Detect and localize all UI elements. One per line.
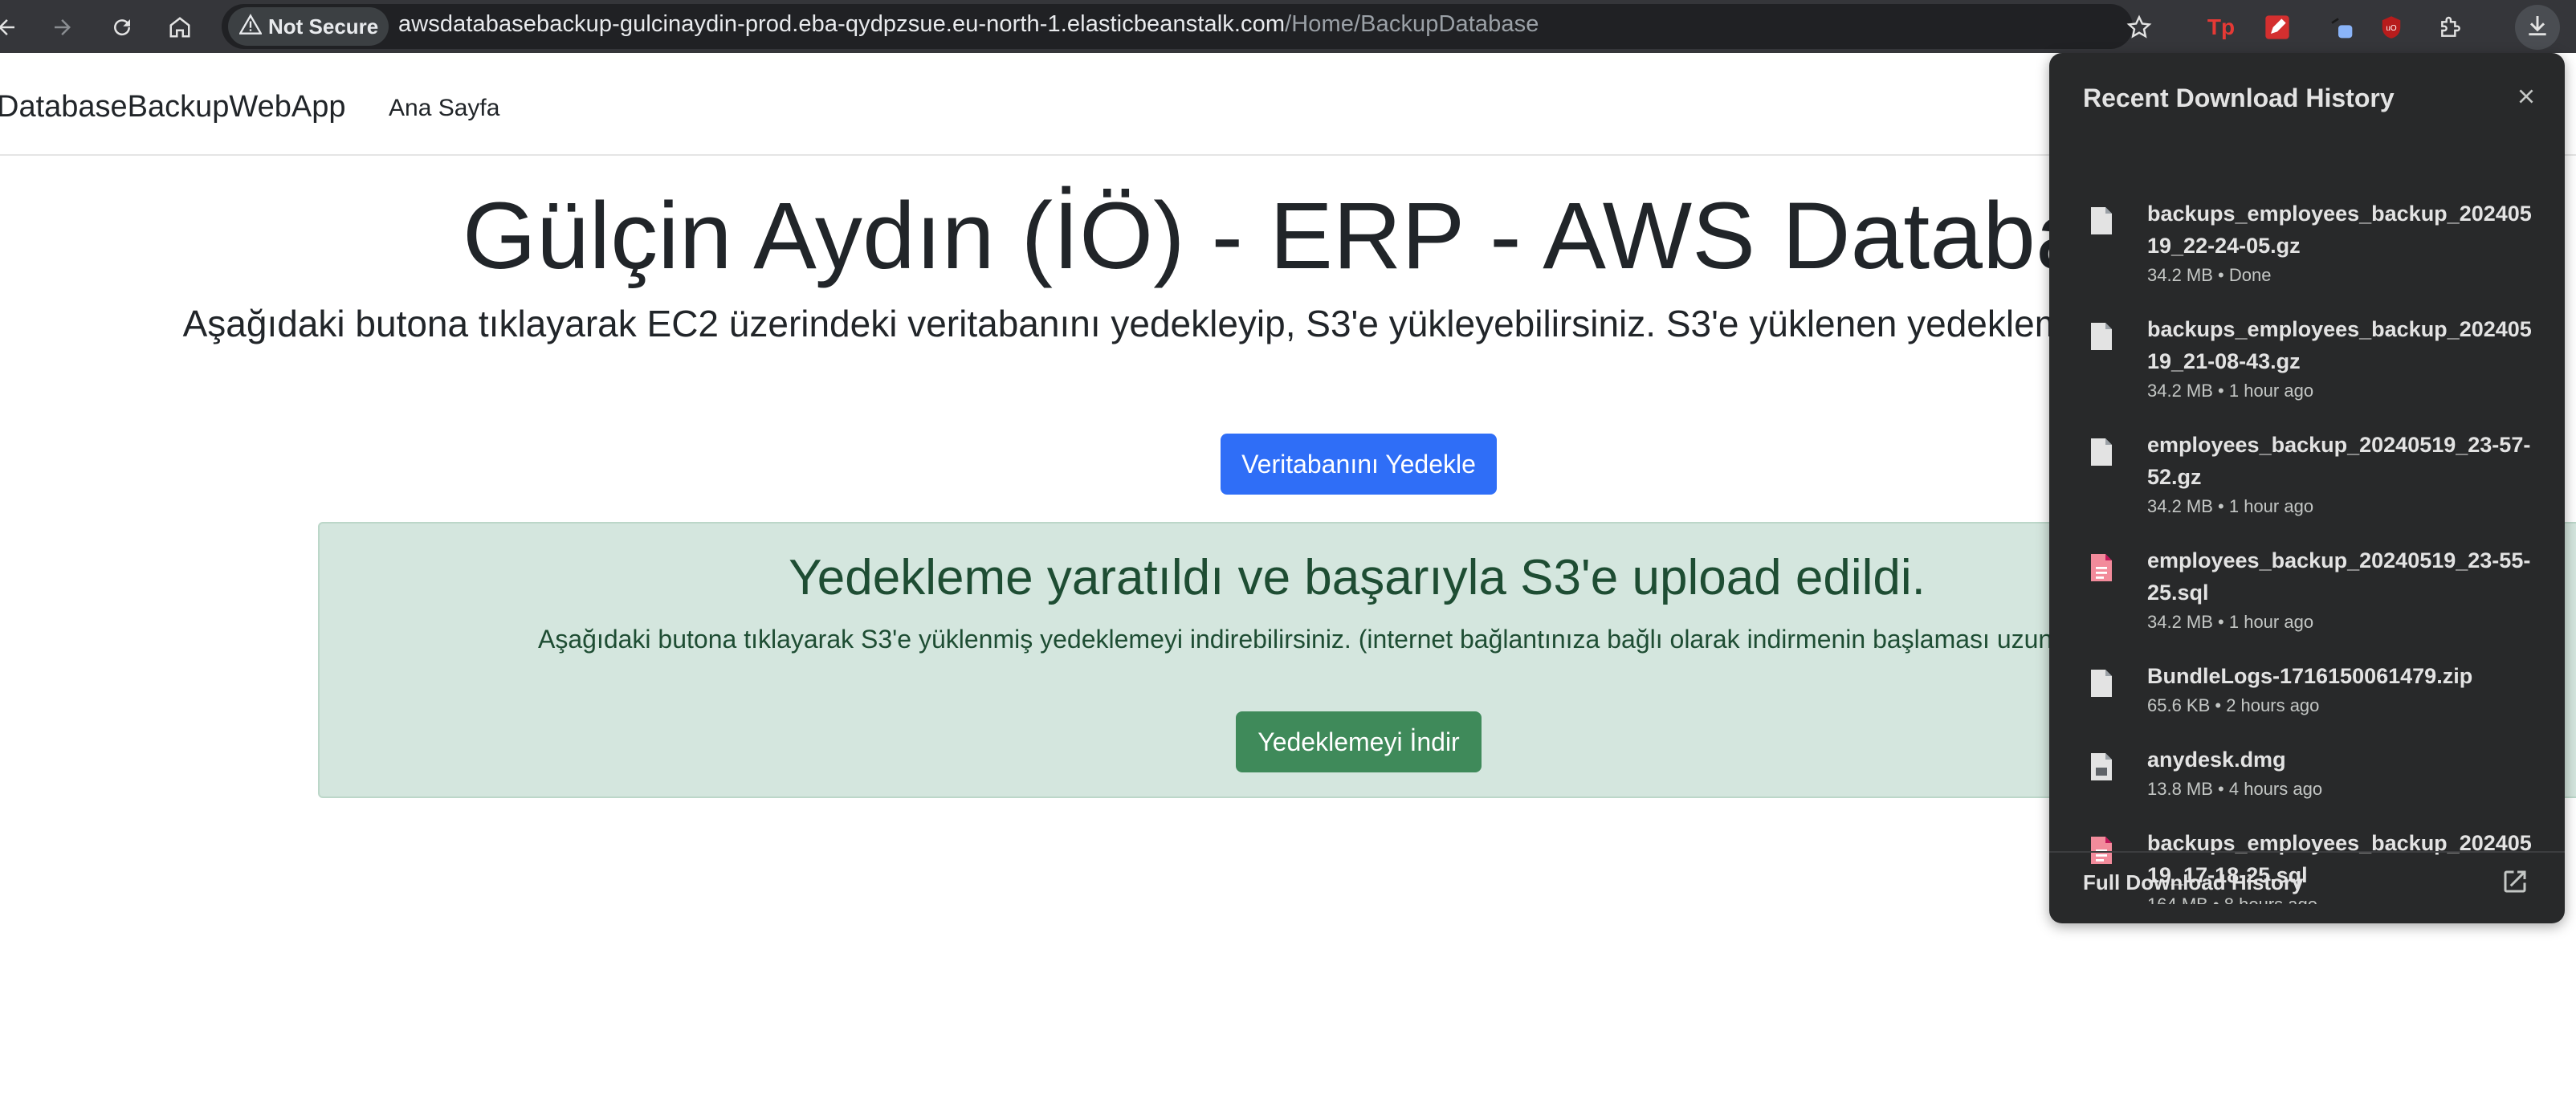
- download-meta: 34.2 MB • 1 hour ago: [2147, 381, 2314, 401]
- full-download-history-label: Full Download History: [2083, 870, 2304, 894]
- download-filename: backups_employees_backup_20240519_21-08-…: [2147, 317, 2532, 373]
- navbar-brand[interactable]: DatabaseBackupWebApp: [0, 90, 345, 124]
- forward-arrow-icon[interactable]: [45, 10, 80, 45]
- back-arrow-icon[interactable]: [0, 10, 24, 45]
- full-download-history-link[interactable]: Full Download History: [2049, 851, 2565, 923]
- download-meta: 13.8 MB • 4 hours ago: [2147, 779, 2323, 799]
- open-in-new-icon: [2501, 867, 2533, 899]
- file-icon: [2089, 437, 2113, 467]
- file-icon: [2089, 321, 2113, 352]
- download-meta: 34.2 MB • 1 hour ago: [2147, 496, 2314, 516]
- security-chip[interactable]: Not Secure: [228, 7, 389, 46]
- extensions-puzzle-icon[interactable]: [2433, 10, 2468, 45]
- download-filename: backups_employees_backup_20240519_22-24-…: [2147, 202, 2532, 258]
- profile-extension-icon[interactable]: [2324, 10, 2359, 45]
- tp-extension-icon[interactable]: Tp: [2203, 10, 2239, 45]
- security-label: Not Secure: [268, 14, 379, 39]
- downloads-popup-title: Recent Download History: [2083, 84, 2395, 112]
- download-meta: 65.6 KB • 2 hours ago: [2147, 695, 2320, 715]
- sql-file-icon: [2089, 552, 2113, 583]
- alert-text: Aşağıdaki butona tıklayarak S3'e yüklenm…: [538, 625, 2158, 654]
- download-backup-button[interactable]: Yedeklemeyi İndir: [1236, 711, 1482, 772]
- url-path: /Home/BackupDatabase: [1285, 11, 1539, 37]
- url-text[interactable]: awsdatabasebackup-gulcinaydin-prod.eba-q…: [398, 11, 1539, 38]
- url-host: awsdatabasebackup-gulcinaydin-prod.eba-q…: [398, 11, 1286, 37]
- svg-text:uO: uO: [2386, 24, 2397, 33]
- ublock-extension-icon[interactable]: uO: [2374, 10, 2409, 45]
- downloads-button[interactable]: [2515, 5, 2560, 50]
- close-icon[interactable]: [2507, 77, 2545, 116]
- download-filename: anydesk.dmg: [2147, 748, 2286, 772]
- nav-link-home[interactable]: Ana Sayfa: [389, 95, 499, 122]
- warning-icon: [238, 13, 263, 40]
- backup-database-button[interactable]: Veritabanını Yedekle: [1221, 434, 1497, 495]
- pen-extension-icon[interactable]: [2260, 10, 2295, 45]
- download-icon: [2525, 13, 2550, 43]
- home-icon[interactable]: [162, 10, 198, 45]
- browser-toolbar: Not Secure awsdatabasebackup-gulcinaydin…: [0, 0, 2576, 53]
- downloads-popup: Recent Download History backups_employee…: [2049, 53, 2565, 923]
- download-meta: 34.2 MB • Done: [2147, 265, 2272, 285]
- download-filename: BundleLogs-1716150061479.zip: [2147, 664, 2473, 688]
- download-meta: 34.2 MB • 1 hour ago: [2147, 612, 2314, 632]
- reload-icon[interactable]: [104, 10, 140, 45]
- bookmark-star-icon[interactable]: [2122, 10, 2157, 45]
- download-filename: employees_backup_20240519_23-55-25.sql: [2147, 548, 2531, 605]
- download-filename: employees_backup_20240519_23-57-52.gz: [2147, 433, 2531, 489]
- file-icon: [2089, 668, 2113, 699]
- disk-image-icon: [2089, 752, 2113, 782]
- file-icon: [2089, 206, 2113, 236]
- downloads-list: backups_employees_backup_20240519_22-24-…: [2049, 141, 2565, 904]
